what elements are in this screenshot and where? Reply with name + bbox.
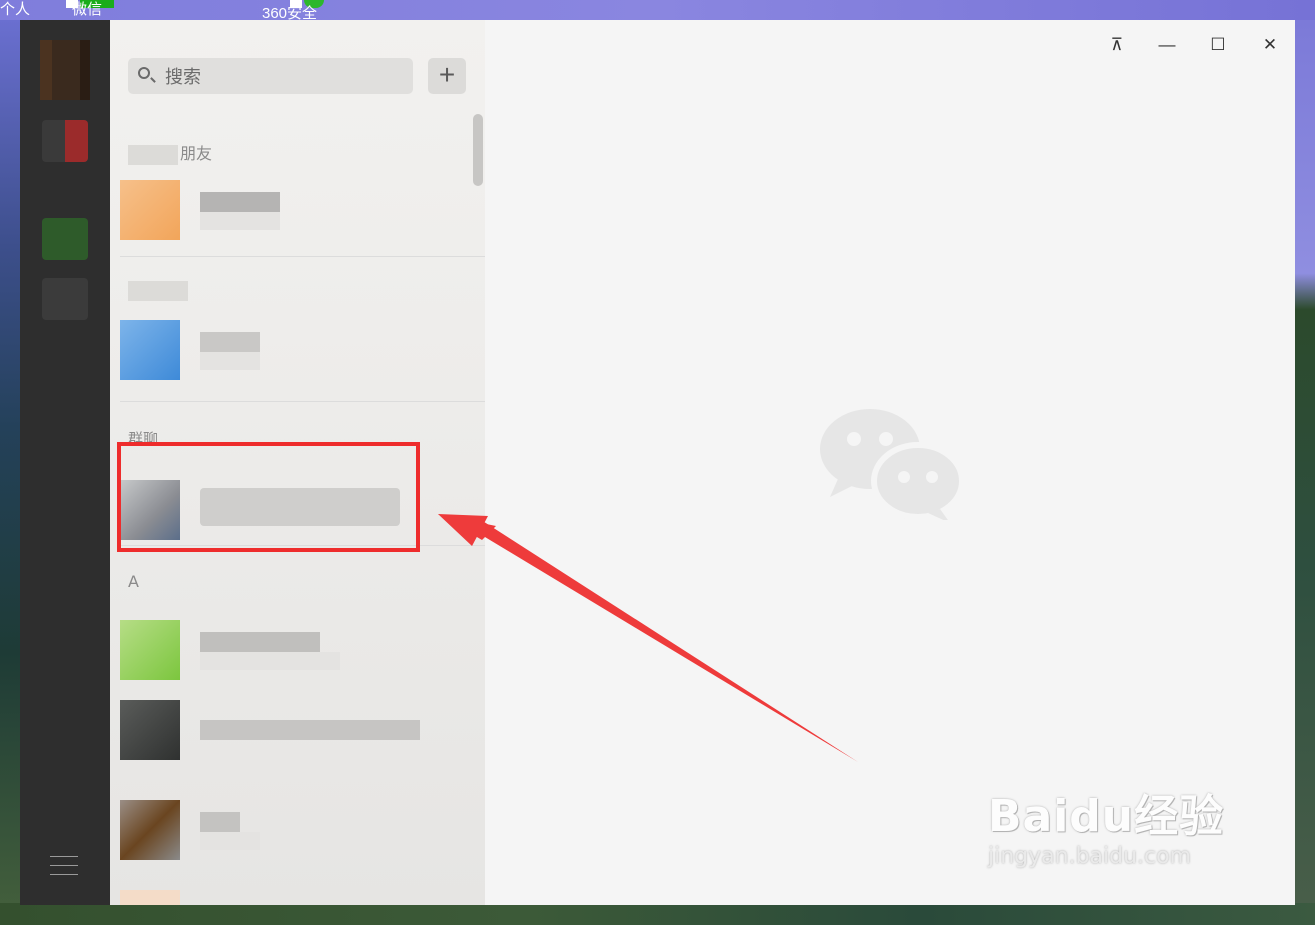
blurred-text <box>128 280 188 301</box>
list-item[interactable] <box>110 880 485 905</box>
contacts-icon[interactable] <box>42 218 88 260</box>
search-box[interactable] <box>128 58 413 96</box>
watermark-url: jingyan.baidu.com <box>988 844 1192 869</box>
search-icon <box>138 67 150 79</box>
nav-sidebar <box>20 20 110 905</box>
avatar[interactable] <box>40 40 90 100</box>
desktop-icon-wechat[interactable]: 微信 <box>66 0 116 20</box>
desktop-icon-personal[interactable]: 个人 <box>0 0 30 20</box>
desktop-icon-label: 微信 <box>72 1 103 18</box>
divider <box>120 401 485 402</box>
blurred-subtext <box>200 652 340 670</box>
list-item[interactable] <box>110 610 485 690</box>
add-button[interactable]: + <box>428 58 466 94</box>
blurred-name <box>200 192 280 212</box>
section-header-new-friends: 朋友 <box>128 140 212 165</box>
blurred-subtext <box>200 832 260 850</box>
divider <box>120 256 485 257</box>
chat-area: ⊼ — ☐ ✕ <box>485 20 1295 905</box>
avatar <box>120 320 180 380</box>
blurred-name <box>200 720 420 740</box>
avatar <box>120 890 180 905</box>
desktop-bottom-strip <box>0 903 1315 925</box>
avatar <box>120 700 180 760</box>
menu-icon[interactable] <box>50 856 78 878</box>
baidu-watermark: Baidu经验 jingyan.baidu.com <box>988 780 1224 869</box>
watermark-title: Baidu经验 <box>988 791 1225 842</box>
favorites-icon[interactable] <box>42 278 88 320</box>
avatar <box>120 180 180 240</box>
blurred-name <box>200 332 260 352</box>
pin-icon[interactable]: ⊼ <box>1097 30 1137 60</box>
section-header-a: A <box>128 572 139 591</box>
avatar <box>120 620 180 680</box>
list-item[interactable] <box>110 310 485 390</box>
blurred-name <box>200 632 320 652</box>
desktop-top-strip: 个人 微信 360安全卫士 <box>0 0 1315 42</box>
blurred-text <box>128 144 178 165</box>
desktop-right-strip <box>1295 20 1315 925</box>
blurred-subtext <box>200 212 280 230</box>
desktop-icon-360[interactable]: 360安全卫士 <box>262 0 326 42</box>
wechat-window: + 朋友 群聊 A <box>20 20 1295 905</box>
search-input[interactable] <box>163 58 407 96</box>
chat-icon[interactable] <box>42 120 88 162</box>
avatar <box>120 800 180 860</box>
blurred-subtext <box>200 352 260 370</box>
close-button[interactable]: ✕ <box>1250 30 1290 60</box>
maximize-button[interactable]: ☐ <box>1198 30 1238 60</box>
desktop-icon-label: 个人 <box>0 1 31 18</box>
highlight-box <box>117 442 420 552</box>
list-item[interactable] <box>110 170 485 250</box>
blurred-name <box>200 812 240 832</box>
wechat-logo-icon <box>820 409 965 520</box>
list-item[interactable] <box>110 690 485 770</box>
desktop-left-strip <box>0 20 22 925</box>
list-item[interactable] <box>110 790 485 870</box>
minimize-button[interactable]: — <box>1147 30 1187 60</box>
section-header-blurred <box>128 280 190 301</box>
